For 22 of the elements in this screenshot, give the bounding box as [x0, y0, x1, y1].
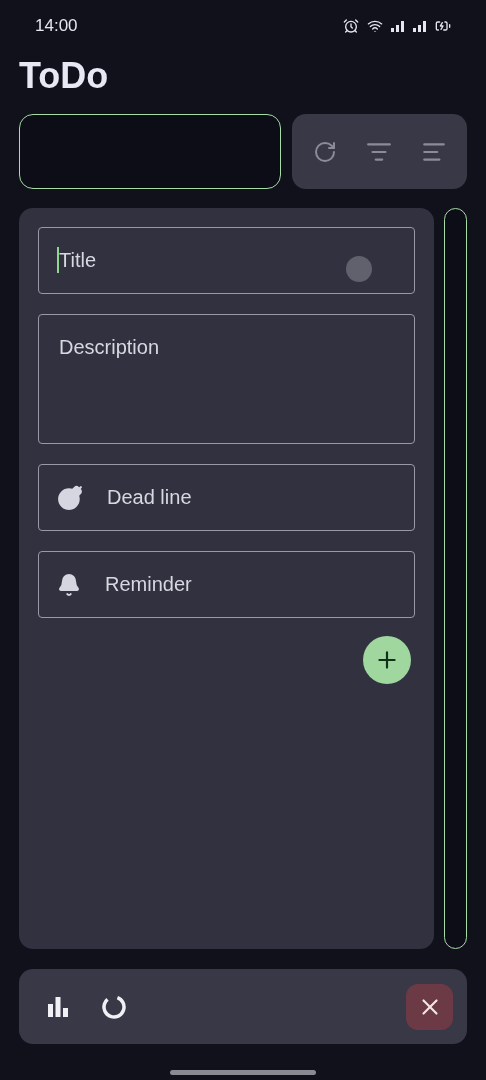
- reminder-field-frame[interactable]: Reminder: [38, 551, 415, 618]
- bell-icon: [57, 572, 81, 597]
- search-field[interactable]: [19, 114, 281, 189]
- app-title: ToDo: [19, 54, 110, 98]
- touch-indicator: [346, 256, 372, 282]
- deadline-field[interactable]: Dead line: [105, 485, 396, 510]
- title-field[interactable]: Title: [57, 248, 396, 273]
- wifi-icon: [367, 18, 383, 34]
- reminder-field[interactable]: Reminder: [103, 572, 396, 597]
- battery-icon: [435, 18, 451, 34]
- signal-icon: [413, 20, 427, 32]
- title-field-frame[interactable]: Title: [38, 227, 415, 294]
- alarm-icon: [343, 18, 359, 34]
- description-field-frame[interactable]: Description: [38, 314, 415, 444]
- signal-icon: [391, 20, 405, 32]
- close-button[interactable]: [406, 983, 453, 1030]
- add-button[interactable]: [363, 636, 411, 684]
- deadline-field-frame[interactable]: Dead line: [38, 464, 415, 531]
- description-field[interactable]: Description: [57, 335, 396, 360]
- bomb-icon: [57, 484, 83, 511]
- status-time: 14:00: [35, 16, 78, 36]
- refresh-icon: [312, 139, 337, 164]
